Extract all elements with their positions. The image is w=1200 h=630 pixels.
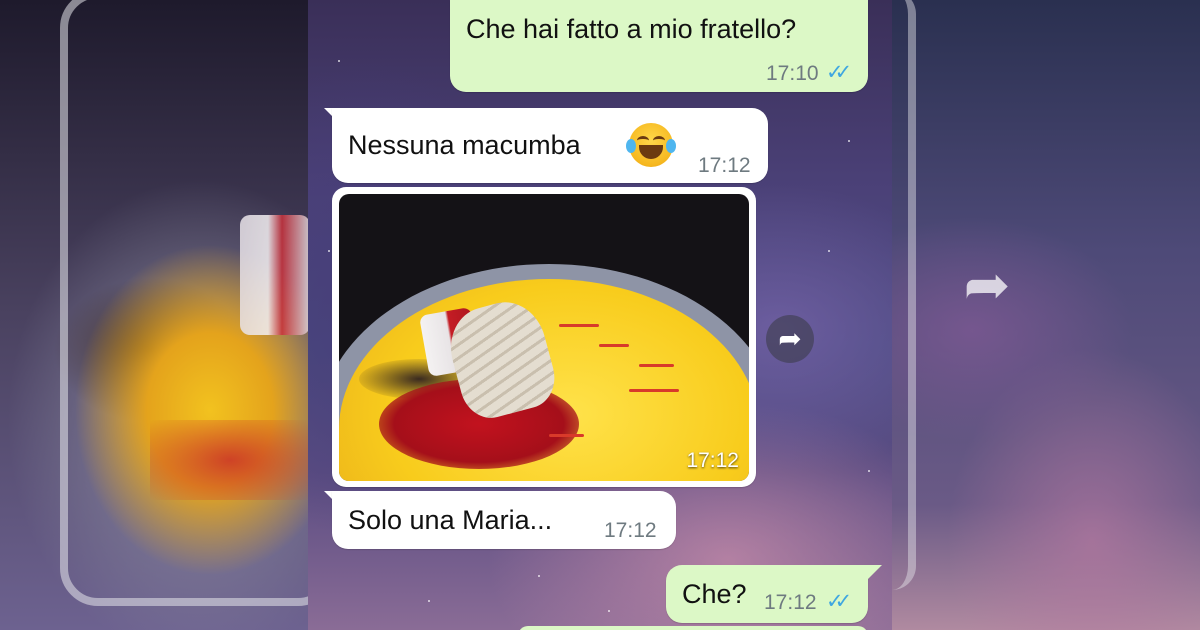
message-text: Nessuna macumba <box>348 130 581 160</box>
double-check-icon: ✓✓ <box>826 590 852 613</box>
outgoing-message[interactable]: Che hai fatto a mio fratello? 17:10 ✓✓ <box>450 0 868 92</box>
blurred-doll <box>240 215 310 335</box>
message-time: 17:12 <box>604 519 657 542</box>
blurred-blood <box>150 420 310 500</box>
message-time: 17:12 <box>698 154 751 177</box>
image-time: 17:12 <box>686 449 739 472</box>
message-text: Che? <box>682 579 747 609</box>
bubble-tail <box>868 565 882 579</box>
blurred-background-right: ➦ <box>892 0 1200 630</box>
outgoing-message[interactable]: Che? 17:12 ✓✓ <box>666 565 868 623</box>
incoming-image-message[interactable]: 17:12 <box>332 187 756 487</box>
forward-arrow-icon[interactable]: ➦ <box>766 315 814 363</box>
double-check-icon: ✓✓ <box>826 61 852 84</box>
incoming-message[interactable]: Solo una Maria... 17:12 <box>332 491 676 549</box>
voodoo-doll-painting-image[interactable]: 17:12 <box>339 194 749 481</box>
message-time: 17:10 <box>766 62 819 85</box>
incoming-message[interactable]: Nessuna macumba 17:12 <box>332 108 768 183</box>
message-text: Che hai fatto a mio fratello? <box>466 14 797 44</box>
chat-window[interactable]: Che hai fatto a mio fratello? 17:10 ✓✓ N… <box>308 0 892 630</box>
message-time: 17:12 <box>764 591 817 614</box>
blurred-forward-icon: ➦ <box>963 253 1011 316</box>
message-text: Solo una Maria... <box>348 505 553 535</box>
outgoing-message-partial[interactable] <box>518 626 868 630</box>
laughing-tears-emoji-icon <box>626 123 676 167</box>
blurred-background-left <box>0 0 336 630</box>
